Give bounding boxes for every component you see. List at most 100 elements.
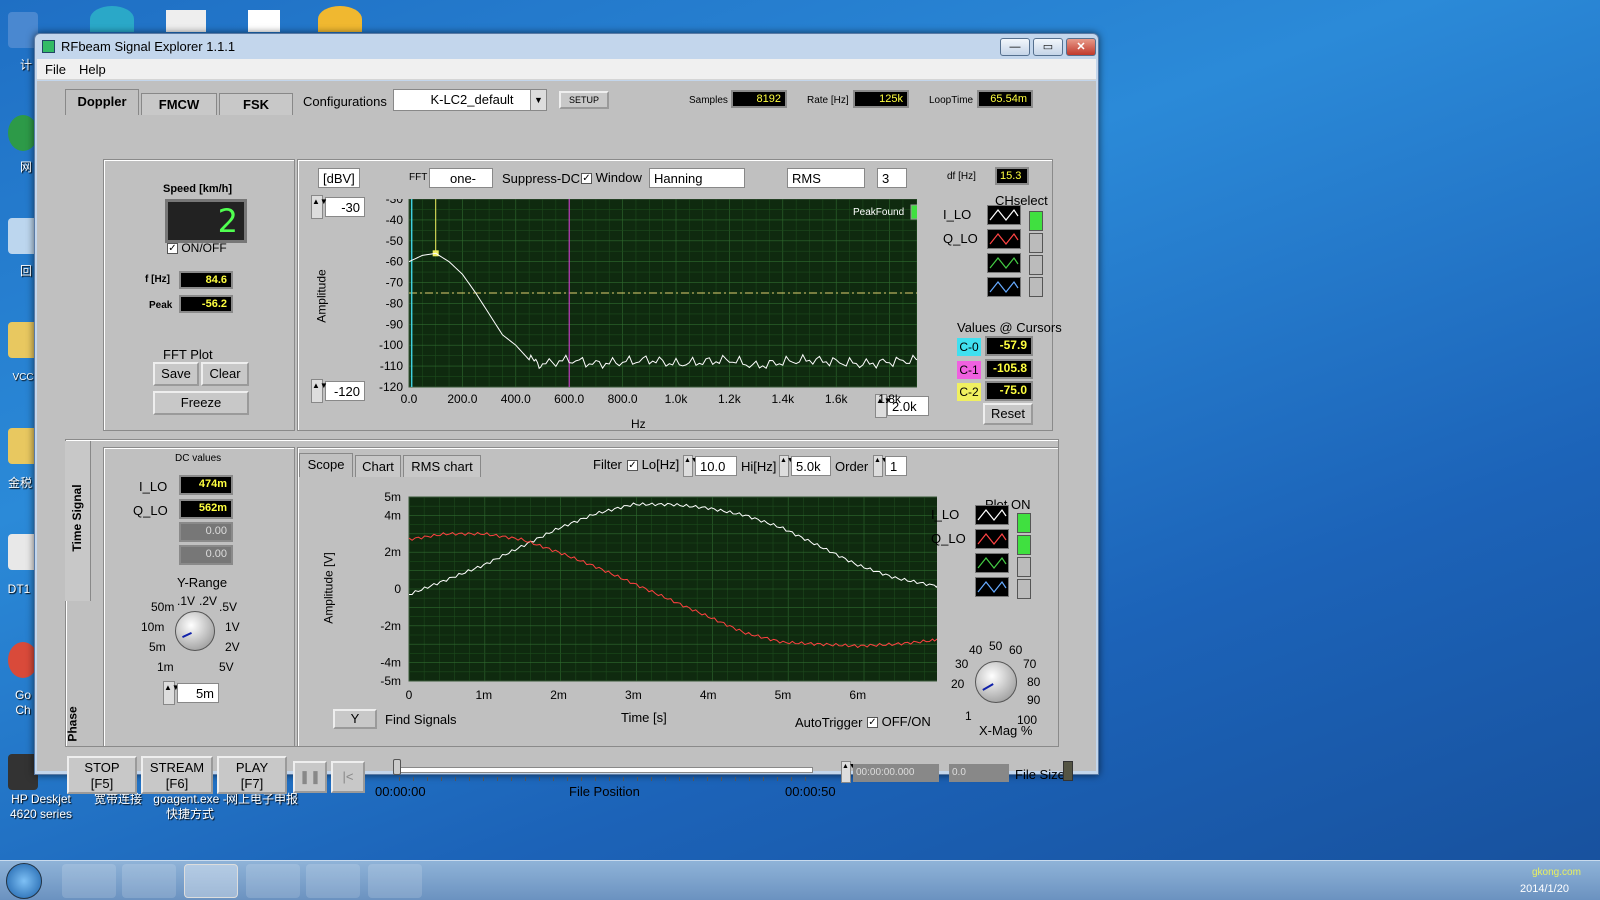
file-size-led [1063,761,1073,781]
title-bar[interactable]: RFbeam Signal Explorer 1.1.1 — ▭ ✕ [35,34,1098,59]
scope-led-4[interactable] [1017,579,1031,599]
tab-fsk[interactable]: FSK [219,93,293,115]
file-size-label: File Size [1015,767,1065,782]
scope-led-1[interactable] [1017,513,1031,533]
order-label: Order [835,459,869,474]
time-stepper[interactable]: ▲▼ [841,761,856,783]
minimize-button[interactable]: — [1000,38,1030,56]
autotrigger-checkbox[interactable]: ✓ OFF/ON [867,714,931,729]
taskbar-app-explorer[interactable] [62,864,116,898]
setup-button[interactable]: SETUP [559,91,609,109]
lo-field[interactable]: 10.0 [695,456,737,476]
scope-swatch-ilo[interactable] [975,505,1009,525]
configuration-select[interactable]: K-LC2_default ▼ [393,89,547,111]
freeze-button[interactable]: Freeze [153,391,249,415]
tab-time-signal[interactable]: Time Signal [65,441,91,601]
menu-file[interactable]: File [45,62,66,77]
tab-doppler[interactable]: Doppler [65,89,139,115]
rms-field[interactable]: RMS [787,168,865,188]
taskbar-app-onenote[interactable] [306,864,360,898]
scope-plot[interactable]: 5m4m2m0-2m-4m-5m01m2m3m4m5m6m7.3m [337,491,937,711]
ch-led-3[interactable] [1029,255,1043,275]
desktop-icon-label[interactable]: 网上电子申报 [222,792,302,807]
knob-indicator [182,631,192,639]
xmag-mark: 60 [1009,643,1023,657]
desktop-icon-top[interactable] [166,10,206,32]
tab-fmcw[interactable]: FMCW [141,93,217,115]
rewind-button[interactable]: |< [331,761,365,793]
ymin-stepper[interactable]: ▲▼ [311,379,328,403]
play-button[interactable]: PLAY [F7] [217,756,287,794]
tab-phase[interactable]: Phase [65,701,91,747]
stop-button[interactable]: STOP [F5] [67,756,137,794]
ch-led-1[interactable] [1029,211,1043,231]
dc-values-label: DC values [175,453,222,464]
close-button[interactable]: ✕ [1066,38,1096,56]
tab-chart[interactable]: Chart [355,455,401,477]
taskbar-app-folder[interactable] [246,864,300,898]
chevron-down-icon[interactable]: ▼ [530,90,546,110]
window-field[interactable]: Hanning [649,168,745,188]
taskbar-app-signal-explorer[interactable] [184,864,238,898]
tab-scope[interactable]: Scope [299,453,353,477]
hi-field[interactable]: 5.0k [791,456,831,476]
ymax-stepper[interactable]: ▲▼ [311,195,328,219]
taskbar-date[interactable]: 2014/1/20 [1520,883,1569,895]
yrange-field[interactable]: 5m [177,683,219,703]
order-stepper[interactable]: ▲▼ [873,455,888,477]
lo-stepper[interactable]: ▲▼ [683,455,698,477]
scope-xtick: 5m [775,688,792,702]
desktop-icon-label[interactable]: 宽带连接 [88,792,148,807]
xmag-knob[interactable] [975,661,1017,703]
clear-button[interactable]: Clear [201,362,249,386]
fft-xtick: 1.4k [771,392,795,406]
yrange-knob[interactable] [175,611,215,651]
stream-button[interactable]: STREAM [F6] [141,756,213,794]
yrange-stepper[interactable]: ▲▼ [163,681,180,705]
menu-help[interactable]: Help [79,62,106,77]
reset-button[interactable]: Reset [983,403,1033,425]
scope-swatch-3[interactable] [975,553,1009,573]
desktop-icon-label: VCC [12,372,34,383]
fft-xtick: 1.8k [878,392,902,406]
unit-field[interactable]: [dBV] [318,168,360,188]
maximize-button[interactable]: ▭ [1033,38,1063,56]
ch-led-4[interactable] [1029,277,1043,297]
desktop-icon-top[interactable] [318,6,362,32]
f-display: 84.6 [179,271,233,289]
ch-swatch-ilo[interactable] [987,205,1021,225]
desktop-icon-label[interactable]: goagent.exe - 快捷方式 [150,792,230,822]
fft-plot[interactable]: -30 -40 -50 -60 -70 -80 -90 -100 -110 -1200.0 200.… [337,199,917,439]
desktop-icon-top[interactable] [248,10,280,32]
window-checkbox[interactable]: ✓ Window [581,170,642,185]
tab-rms-chart[interactable]: RMS chart [403,455,481,477]
xmag-label: X-Mag % [979,723,1033,738]
scope-led-2[interactable] [1017,535,1031,555]
pause-button[interactable]: ❚❚ [293,761,327,793]
ch-swatch-qlo[interactable] [987,229,1021,249]
fft-xtick: 0.0 [401,392,418,406]
taskbar-app-paint[interactable] [368,864,422,898]
fft-mode-field[interactable]: one- [429,168,493,188]
slider-handle[interactable] [393,759,401,775]
cursor-c0-value: -57.9 [985,336,1033,356]
save-button[interactable]: Save [153,362,199,386]
y-button[interactable]: Y [333,709,377,729]
onoff-checkbox[interactable]: ✓ ON/OFF [167,241,227,255]
avg-field[interactable]: 3 [877,168,907,188]
scope-swatch-4[interactable] [975,577,1009,597]
ch-led-2[interactable] [1029,233,1043,253]
lo-checkbox[interactable]: ✓ Lo[Hz] [627,457,679,472]
hi-stepper[interactable]: ▲▼ [779,455,794,477]
desktop-icon-top[interactable] [90,6,134,32]
ch-swatch-3[interactable] [987,253,1021,273]
file-position-slider[interactable] [397,767,813,773]
scope-led-3[interactable] [1017,557,1031,577]
app-icon [42,40,55,53]
scope-xtick: 4m [700,688,717,702]
taskbar-app-chrome[interactable] [122,864,176,898]
order-field[interactable]: 1 [885,456,907,476]
scope-swatch-qlo[interactable] [975,529,1009,549]
ch-swatch-4[interactable] [987,277,1021,297]
start-button[interactable] [6,863,42,899]
